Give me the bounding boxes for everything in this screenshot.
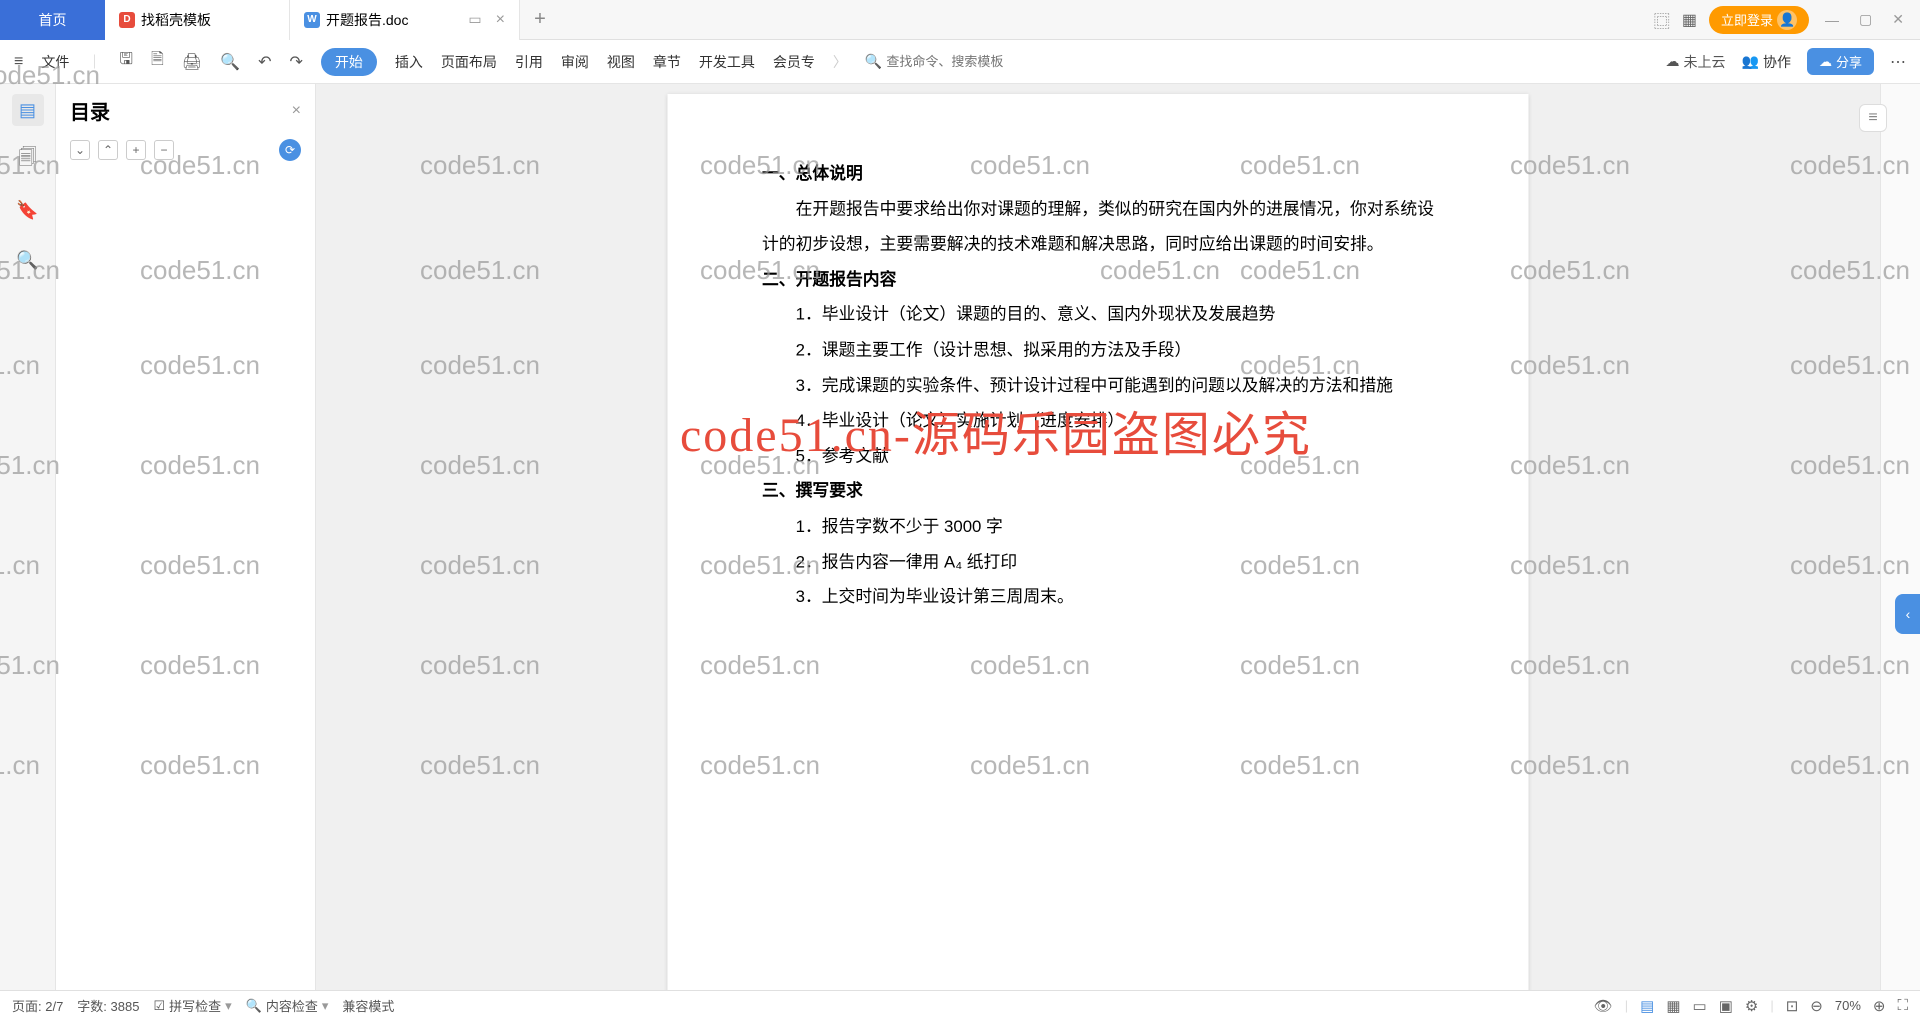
section-1-title: 一、总体说明 — [762, 157, 1434, 192]
find-icon[interactable]: 🔍 — [12, 244, 44, 276]
file-menu[interactable]: 文件 — [41, 52, 69, 72]
main-area: ▤ 🗐 🔖 🔍 目录 × ⌄ ⌃ + − ⟳ 一、总体说明 在开题报告中要求给出… — [0, 84, 1920, 990]
left-rail: ▤ 🗐 🔖 🔍 — [0, 84, 56, 990]
cloud-icon: ☁ — [1666, 53, 1680, 70]
s2-item: 3．完成课题的实验条件、预计设计过程中可能遇到的问题以及解决的方法和措施 — [762, 369, 1434, 404]
minimize-icon[interactable]: — — [1821, 12, 1843, 28]
outline-title: 目录 — [70, 96, 110, 125]
collab-icon: 👥 — [1742, 53, 1759, 70]
zoom-fit-icon[interactable]: ⊡ — [1786, 997, 1799, 1015]
share-icon: ☁ — [1819, 54, 1832, 70]
s2-item: 1．毕业设计（论文）课题的目的、意义、国内外现状及发展趋势 — [762, 298, 1434, 333]
tab-review[interactable]: 审阅 — [561, 52, 589, 72]
tab-document[interactable]: W 开题报告.doc ▭ × — [290, 0, 520, 40]
status-bar: 页面: 2/7 字数: 3885 ☑拼写检查▾ 🔍内容检查▾ 兼容模式 👁 | … — [0, 990, 1920, 1020]
maximize-icon[interactable]: ▢ — [1855, 11, 1876, 28]
word-count[interactable]: 字数: 3885 — [77, 996, 139, 1015]
collab-button[interactable]: 👥协作 — [1742, 52, 1791, 72]
save-icon[interactable]: 🖫 — [119, 48, 133, 75]
outline-panel: 目录 × ⌄ ⌃ + − ⟳ — [56, 84, 316, 990]
compat-mode[interactable]: 兼容模式 — [342, 996, 394, 1015]
grid-icon[interactable]: ▦ — [1682, 10, 1697, 30]
outline-view-icon[interactable]: ▦ — [1666, 997, 1680, 1015]
tab-start[interactable]: 开始 — [321, 48, 377, 76]
search-input[interactable] — [886, 54, 1036, 69]
print-icon[interactable]: 🖨 — [182, 52, 202, 72]
tab-layout[interactable]: 页面布局 — [441, 52, 497, 72]
preview-icon[interactable]: 🔍 — [220, 52, 240, 72]
panel-icon[interactable]: ⿴ — [1654, 8, 1670, 32]
tab-insert[interactable]: 插入 — [395, 52, 423, 72]
dual-view-icon[interactable]: ▭ — [468, 11, 481, 28]
undo-icon[interactable]: ↶ — [258, 52, 271, 72]
content-check-icon: 🔍 — [246, 998, 262, 1014]
sync-badge-icon[interactable]: ⟳ — [279, 139, 301, 161]
document-canvas[interactable]: 一、总体说明 在开题报告中要求给出你对课题的理解，类似的研究在国内外的进展情况，… — [316, 84, 1880, 990]
login-button[interactable]: 立即登录 👤 — [1709, 6, 1809, 34]
ai-panel-toggle-icon[interactable]: ≡ — [1859, 104, 1887, 132]
more-icon[interactable]: ⋯ — [1890, 52, 1906, 72]
tab-template[interactable]: D 找稻壳模板 — [105, 0, 290, 40]
section-3-title: 三、撰写要求 — [762, 474, 1434, 509]
web-view-icon[interactable]: ▣ — [1719, 997, 1733, 1015]
thumbnail-icon[interactable]: 🗐 — [12, 144, 44, 176]
tab-view[interactable]: 视图 — [607, 52, 635, 72]
s2-item: 2．课题主要工作（设计思想、拟采用的方法及手段） — [762, 333, 1434, 368]
zoom-level[interactable]: 70% — [1835, 998, 1861, 1013]
right-rail: ≡ ‹ — [1880, 84, 1920, 990]
ribbon: ≡ 文件 ｜ 🖫 🗎 🖨 🔍 ↶ ↷ 开始 插入 页面布局 引用 审阅 视图 章… — [0, 40, 1920, 84]
content-check-button[interactable]: 🔍内容检查▾ — [246, 996, 329, 1015]
gear-icon[interactable]: ⚙ — [1745, 997, 1758, 1015]
side-expand-icon[interactable]: ‹ — [1895, 594, 1920, 634]
menu-icon[interactable]: ≡ — [14, 53, 23, 71]
section-2-title: 二、开题报告内容 — [762, 263, 1434, 298]
s3-item: 2．报告内容一律用 A₄ 纸打印 — [762, 545, 1434, 580]
outline-close-icon[interactable]: × — [292, 102, 301, 120]
s2-item: 4．毕业设计（论文）实施计划（进度安排） — [762, 404, 1434, 439]
tab-member[interactable]: 会员专 — [773, 52, 815, 72]
tab-devtools[interactable]: 开发工具 — [699, 52, 755, 72]
share-button[interactable]: ☁分享 — [1807, 48, 1874, 75]
eye-icon[interactable]: 👁 — [1594, 997, 1613, 1015]
add-tab-button[interactable]: + — [520, 8, 560, 31]
titlebar: 首页 D 找稻壳模板 W 开题报告.doc ▭ × + ⿴ ▦ 立即登录 👤 —… — [0, 0, 1920, 40]
cloud-status[interactable]: ☁未上云 — [1666, 52, 1726, 72]
tab-home[interactable]: 首页 — [0, 0, 105, 40]
page-view-icon[interactable]: ▤ — [1640, 997, 1654, 1015]
saveas-icon[interactable]: 🗎 — [151, 48, 164, 75]
page: 一、总体说明 在开题报告中要求给出你对课题的理解，类似的研究在国内外的进展情况，… — [668, 94, 1529, 990]
zoom-in-icon[interactable]: ⊕ — [1873, 997, 1886, 1015]
s2-item: 5．参考文献 — [762, 439, 1434, 474]
close-icon[interactable]: × — [496, 11, 505, 29]
s3-item: 1．报告字数不少于 3000 字 — [762, 510, 1434, 545]
window-close-icon[interactable]: ✕ — [1888, 11, 1908, 28]
tab-doc-label: 开题报告.doc — [326, 10, 408, 30]
zoom-out-icon[interactable]: ⊖ — [1810, 997, 1823, 1015]
tab-section[interactable]: 章节 — [653, 52, 681, 72]
doc-icon: W — [304, 12, 320, 28]
avatar-icon: 👤 — [1777, 10, 1797, 30]
expand-all-icon[interactable]: ⌃ — [98, 140, 118, 160]
section-1-body: 在开题报告中要求给出你对课题的理解，类似的研究在国内外的进展情况，你对系统设计的… — [762, 192, 1434, 263]
spellcheck-icon: ☑ — [153, 998, 165, 1014]
search-icon: 🔍 — [865, 53, 882, 70]
reading-view-icon[interactable]: ▭ — [1693, 997, 1707, 1015]
page-indicator[interactable]: 页面: 2/7 — [12, 996, 63, 1015]
tab-template-label: 找稻壳模板 — [141, 10, 211, 30]
collapse-all-icon[interactable]: ⌄ — [70, 140, 90, 160]
remove-item-icon[interactable]: − — [154, 140, 174, 160]
add-item-icon[interactable]: + — [126, 140, 146, 160]
spellcheck-button[interactable]: ☑拼写检查▾ — [153, 996, 231, 1015]
bookmark-icon[interactable]: 🔖 — [12, 194, 44, 226]
tab-reference[interactable]: 引用 — [515, 52, 543, 72]
fullscreen-icon[interactable]: ⛶ — [1897, 997, 1908, 1014]
redo-icon[interactable]: ↷ — [290, 52, 303, 72]
template-icon: D — [119, 12, 135, 28]
s3-item: 3．上交时间为毕业设计第三周周末。 — [762, 580, 1434, 615]
outline-icon[interactable]: ▤ — [12, 94, 44, 126]
